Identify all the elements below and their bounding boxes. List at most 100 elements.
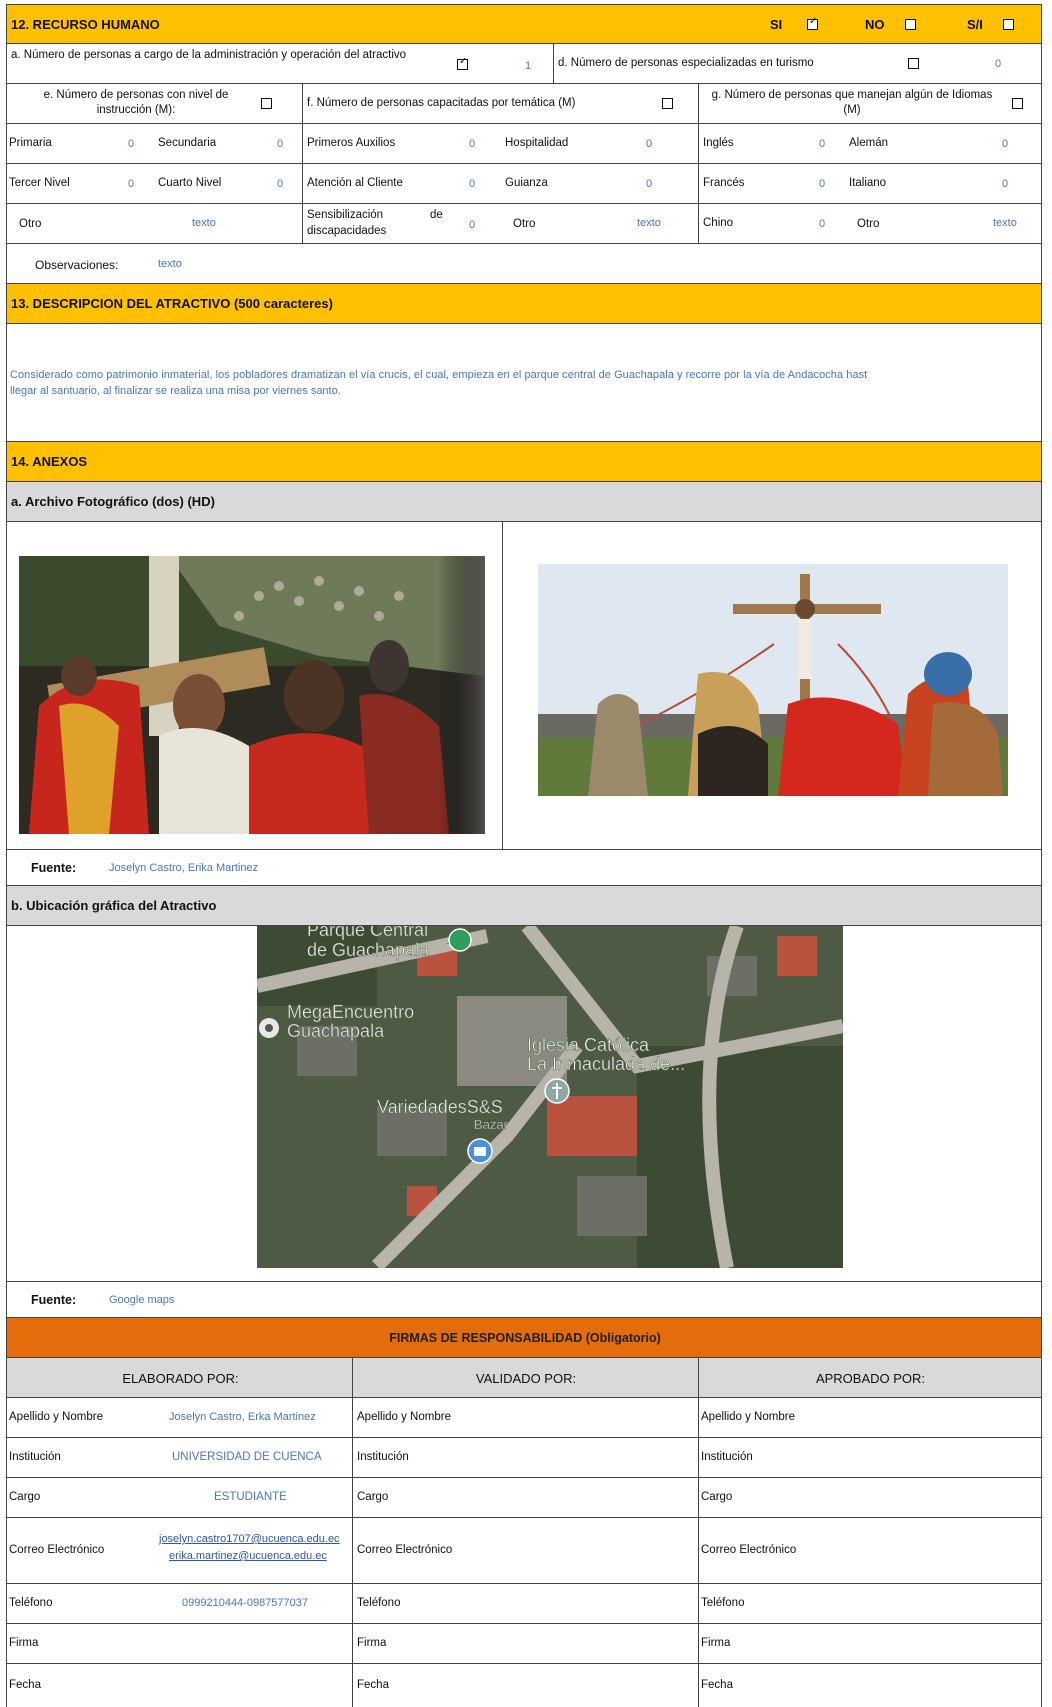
field-g-label: g. Número de personas que manejan algún … bbox=[711, 89, 993, 116]
observaciones-row: Observaciones: texto bbox=[6, 244, 1042, 284]
map-label-bazar: Bazar bbox=[474, 1117, 509, 1132]
cell-value: 0 bbox=[128, 178, 135, 190]
col-header-label: APROBADO POR: bbox=[815, 1371, 926, 1386]
row-label: Teléfono bbox=[701, 1597, 745, 1609]
cell-label: Secundaria bbox=[158, 137, 217, 149]
table-row: Institución UNIVERSIDAD DE CUENCA bbox=[6, 1438, 353, 1478]
table-row: Chino 0 Otro texto bbox=[699, 204, 1042, 244]
cell-label: Atención al Cliente bbox=[307, 177, 403, 189]
photo-procession bbox=[19, 556, 485, 834]
email-link-2[interactable]: erika.martinez@ucuenca.edu.ec bbox=[169, 1550, 327, 1562]
col-header-aprobado: APROBADO POR: bbox=[699, 1358, 1042, 1398]
si-label: SI bbox=[770, 17, 783, 32]
cargo-value: ESTUDIANTE bbox=[214, 1491, 287, 1503]
observaciones-label: Observaciones: bbox=[35, 258, 119, 272]
map-label-parque-2: de Guachapala bbox=[307, 940, 430, 960]
row-label: Fecha bbox=[9, 1679, 41, 1691]
place-marker-icon[interactable] bbox=[259, 1018, 279, 1038]
cell-label: Cuarto Nivel bbox=[158, 177, 222, 189]
cell-label: Alemán bbox=[849, 137, 888, 149]
cell-value: 0 bbox=[469, 178, 476, 190]
row-label: Apellido y Nombre bbox=[9, 1411, 103, 1423]
table-row: Atención al Cliente 0 Guianza 0 bbox=[303, 164, 699, 204]
row-label: Teléfono bbox=[9, 1597, 53, 1609]
row-label: Correo Electrónico bbox=[9, 1544, 105, 1556]
map-section-header: b. Ubicación gráfica del Atractivo bbox=[6, 886, 1042, 926]
section13-header: 13. DESCRIPCION DEL ATRACTIVO (500 carac… bbox=[6, 284, 1042, 324]
field-e: e. Número de personas con nivel de instr… bbox=[6, 84, 303, 124]
table-row: Primaria 0 Secundaria 0 bbox=[6, 124, 303, 164]
field-g-checkbox[interactable] bbox=[1012, 98, 1023, 109]
email-link-1[interactable]: joselyn.castro1707@ucuenca.edu.ec bbox=[159, 1533, 340, 1545]
field-d-label: d. Número de personas especializadas en … bbox=[558, 57, 814, 69]
field-f-label: f. Número de personas capacitadas por te… bbox=[307, 97, 576, 109]
section13-title: 13. DESCRIPCION DEL ATRACTIVO (500 carac… bbox=[11, 296, 333, 311]
col-header-elaborado: ELABORADO POR: bbox=[6, 1358, 353, 1398]
map-label-parque-1: Parque Central bbox=[307, 926, 428, 940]
table-row: Apellido y Nombre bbox=[353, 1398, 699, 1438]
table-row: Firma bbox=[699, 1624, 1042, 1664]
row-label: Correo Electrónico bbox=[701, 1544, 797, 1556]
shop-marker-icon[interactable] bbox=[467, 1138, 493, 1164]
col-header-label: VALIDADO POR: bbox=[475, 1371, 577, 1386]
table-row: Correo Electrónico bbox=[699, 1518, 1042, 1584]
cell-value: 0 bbox=[646, 178, 653, 190]
cell-label: Primaria bbox=[9, 137, 52, 149]
field-d-checkbox[interactable] bbox=[908, 58, 919, 69]
table-row: Tercer Nivel 0 Cuarto Nivel 0 bbox=[6, 164, 303, 204]
cell-label: Primeros Auxilios bbox=[307, 137, 396, 149]
no-checkbox[interactable] bbox=[905, 19, 916, 30]
photo-section-title: a. Archivo Fotográfico (dos) (HD) bbox=[11, 494, 215, 509]
cell-value: texto bbox=[993, 217, 1017, 229]
field-a-checkbox[interactable] bbox=[457, 56, 468, 70]
observaciones-value: texto bbox=[158, 258, 182, 270]
fuente-map-row: Fuente: Google maps bbox=[6, 1282, 1042, 1318]
row-label: Firma bbox=[701, 1637, 731, 1649]
cell-label: Sensibilización bbox=[307, 209, 384, 221]
table-row: Teléfono bbox=[353, 1584, 699, 1624]
row-label: Cargo bbox=[701, 1491, 733, 1503]
cell-label: Otro bbox=[19, 218, 42, 230]
table-row: Correo Electrónico bbox=[353, 1518, 699, 1584]
fuente-photo-row: Fuente: Joselyn Castro, Erika Martinez bbox=[6, 850, 1042, 886]
row-label: Correo Electrónico bbox=[357, 1544, 453, 1556]
cell-label: Otro bbox=[857, 218, 880, 230]
photo-cell-left bbox=[6, 522, 503, 850]
section12-title: 12. RECURSO HUMANO bbox=[11, 17, 160, 32]
form-page: 12. RECURSO HUMANO SI NO S/I a. Número d… bbox=[0, 0, 1052, 1707]
photo-crucifixion bbox=[538, 564, 1008, 796]
no-label: NO bbox=[865, 17, 885, 32]
section14-title: 14. ANEXOS bbox=[11, 454, 88, 469]
satellite-map[interactable]: Parque Central de Guachapala MegaEncuent… bbox=[257, 926, 843, 1268]
nombre-value: Joselyn Castro, Erka Martinez bbox=[169, 1411, 316, 1423]
church-marker-icon[interactable] bbox=[544, 1078, 570, 1104]
table-row: Institución bbox=[353, 1438, 699, 1478]
map-section-title: b. Ubicación gráfica del Atractivo bbox=[11, 898, 217, 913]
si-checkbox[interactable] bbox=[807, 16, 818, 30]
row-label: Institución bbox=[9, 1451, 61, 1463]
cell-label: Italiano bbox=[849, 177, 887, 189]
table-row: Fecha bbox=[353, 1664, 699, 1707]
table-row: Teléfono bbox=[699, 1584, 1042, 1624]
cell-value: 0 bbox=[277, 138, 284, 150]
row-label: Firma bbox=[9, 1637, 39, 1649]
row-label: Cargo bbox=[9, 1491, 41, 1503]
field-f-checkbox[interactable] bbox=[662, 98, 673, 109]
si-checkbox-2[interactable] bbox=[1003, 19, 1014, 30]
row-label: Institución bbox=[357, 1451, 409, 1463]
photo-cell-right bbox=[503, 522, 1042, 850]
table-row: Firma bbox=[6, 1624, 353, 1664]
cell-label: de bbox=[430, 209, 443, 221]
photo-section-header: a. Archivo Fotográfico (dos) (HD) bbox=[6, 482, 1042, 522]
row-label: Cargo bbox=[357, 1491, 389, 1503]
table-row: Cargo bbox=[353, 1478, 699, 1518]
cell-value: 0 bbox=[646, 138, 653, 150]
field-e-checkbox[interactable] bbox=[261, 98, 272, 109]
field-d: d. Número de personas especializadas en … bbox=[554, 44, 1042, 84]
park-marker-icon[interactable] bbox=[448, 928, 472, 952]
cell-label: Otro bbox=[513, 218, 536, 230]
table-row: Cargo bbox=[699, 1478, 1042, 1518]
col-header-validado: VALIDADO POR: bbox=[353, 1358, 699, 1398]
cell-value: texto bbox=[637, 217, 661, 229]
cell-label: Francés bbox=[703, 177, 745, 189]
